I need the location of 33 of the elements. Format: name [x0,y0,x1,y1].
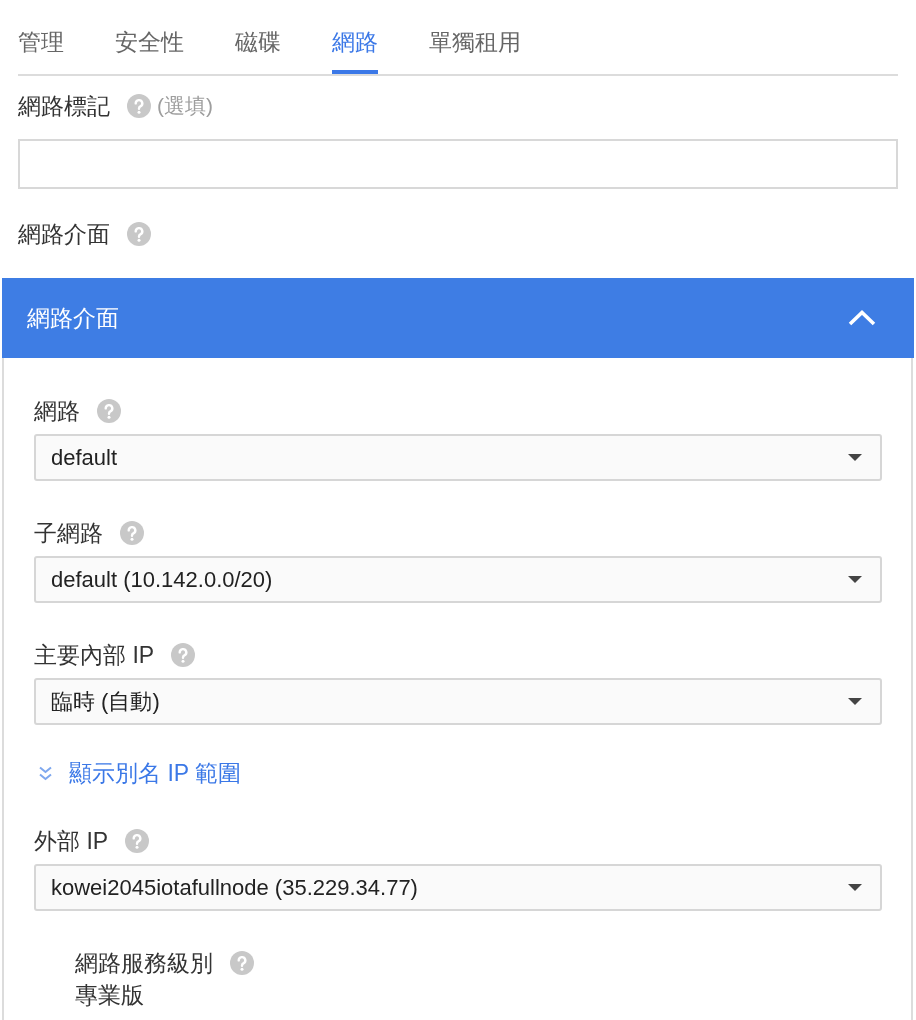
tab[interactable]: 安全性 [115,27,184,74]
field-label: 主要內部 IP [34,641,155,670]
field-label: 子網路 [34,519,103,548]
caret-icon [848,576,862,583]
help-icon[interactable] [125,829,150,853]
section-label: 網路介面 [18,220,110,249]
help-icon[interactable] [171,643,196,667]
tab[interactable]: 磁碟 [235,27,281,74]
optional-hint: (選填) [157,93,213,119]
input-field[interactable] [18,139,898,189]
caret-icon [848,698,862,705]
field-label: 網路 [34,397,80,426]
tab[interactable]: 管理 [18,27,64,74]
help-icon[interactable] [127,94,151,118]
dropdown[interactable]: default (10.142.0.0/20) [34,556,882,603]
caret-icon [848,454,862,461]
dropdown[interactable]: kowei2045iotafullnode (35.229.34.77) [34,864,882,911]
tab[interactable]: 網路 [332,27,378,74]
panel-header[interactable]: 網路介面 [2,278,914,358]
field-label: 網路標記 [18,92,110,121]
dropdown[interactable]: 臨時 (自動) [34,678,882,725]
caret-icon [848,884,862,891]
tab[interactable]: 單獨租用 [429,27,521,74]
help-icon[interactable] [230,951,254,975]
double-chevron-down-icon [39,765,52,781]
field-label: 網路服務級別 [75,949,213,978]
field-value: 專業版 [75,981,144,1010]
help-icon[interactable] [120,521,144,545]
field-label: 外部 IP [34,827,109,856]
help-icon[interactable] [127,222,151,246]
dropdown[interactable]: default [34,434,882,481]
expand-link[interactable]: 顯示別名 IP 範圍 [34,758,242,788]
help-icon[interactable] [97,399,121,423]
